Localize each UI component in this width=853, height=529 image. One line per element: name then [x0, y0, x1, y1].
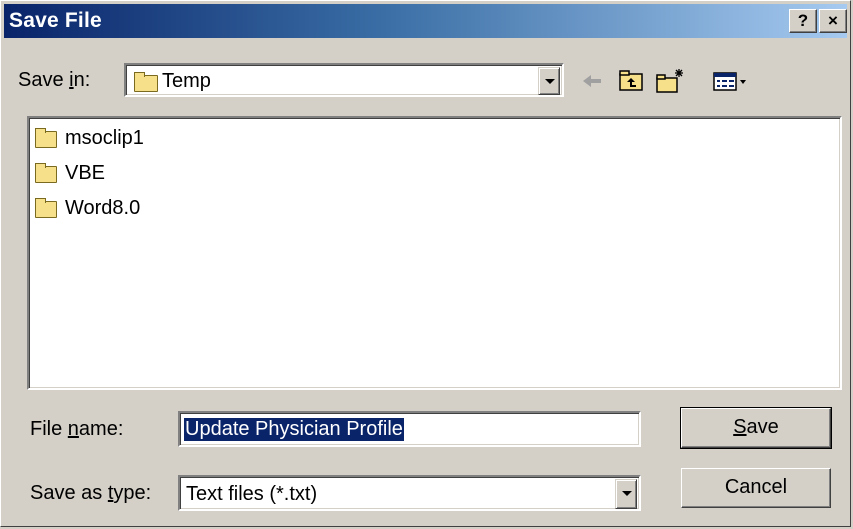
save-in-combobox[interactable]: Temp [124, 63, 564, 97]
close-icon: × [828, 11, 838, 30]
save-button[interactable]: Save [680, 407, 832, 449]
help-icon: ? [797, 11, 809, 30]
file-name: VBE [65, 162, 106, 184]
save-in-label: Save in: [18, 69, 91, 91]
cancel-button[interactable]: Cancel [681, 468, 831, 508]
file-name: Word8.0 [65, 197, 141, 219]
folder-icon [35, 198, 57, 218]
new-folder-icon[interactable] [655, 67, 683, 95]
save-in-value: Temp [162, 70, 211, 92]
save-file-dialog: Save File ? × Save in: Temp msoclip1 VBE… [0, 0, 851, 527]
folder-icon [134, 72, 158, 92]
close-button[interactable]: × [819, 9, 847, 33]
file-name: msoclip1 [65, 127, 144, 149]
folder-icon [35, 128, 57, 148]
view-menu-icon[interactable] [711, 67, 751, 95]
up-one-level-icon[interactable] [617, 67, 645, 95]
file-name-label: File name: [30, 418, 124, 440]
title-bar[interactable]: Save File ? × [4, 4, 847, 38]
file-name-value: Update Physician Profile [184, 418, 404, 441]
file-name-input[interactable]: Update Physician Profile [178, 411, 641, 447]
save-as-type-label: Save as type: [30, 482, 152, 504]
file-list[interactable]: msoclip1 VBE Word8.0 [27, 116, 842, 390]
back-arrow-icon[interactable] [579, 67, 607, 95]
save-as-type-dropdown-button[interactable] [615, 479, 637, 509]
folder-icon [35, 163, 57, 183]
help-button[interactable]: ? [789, 9, 817, 33]
window-title: Save File [9, 9, 102, 32]
save-as-type-combobox[interactable]: Text files (*.txt) [178, 475, 641, 511]
save-in-dropdown-button[interactable] [538, 67, 560, 95]
save-as-type-value: Text files (*.txt) [186, 483, 318, 505]
